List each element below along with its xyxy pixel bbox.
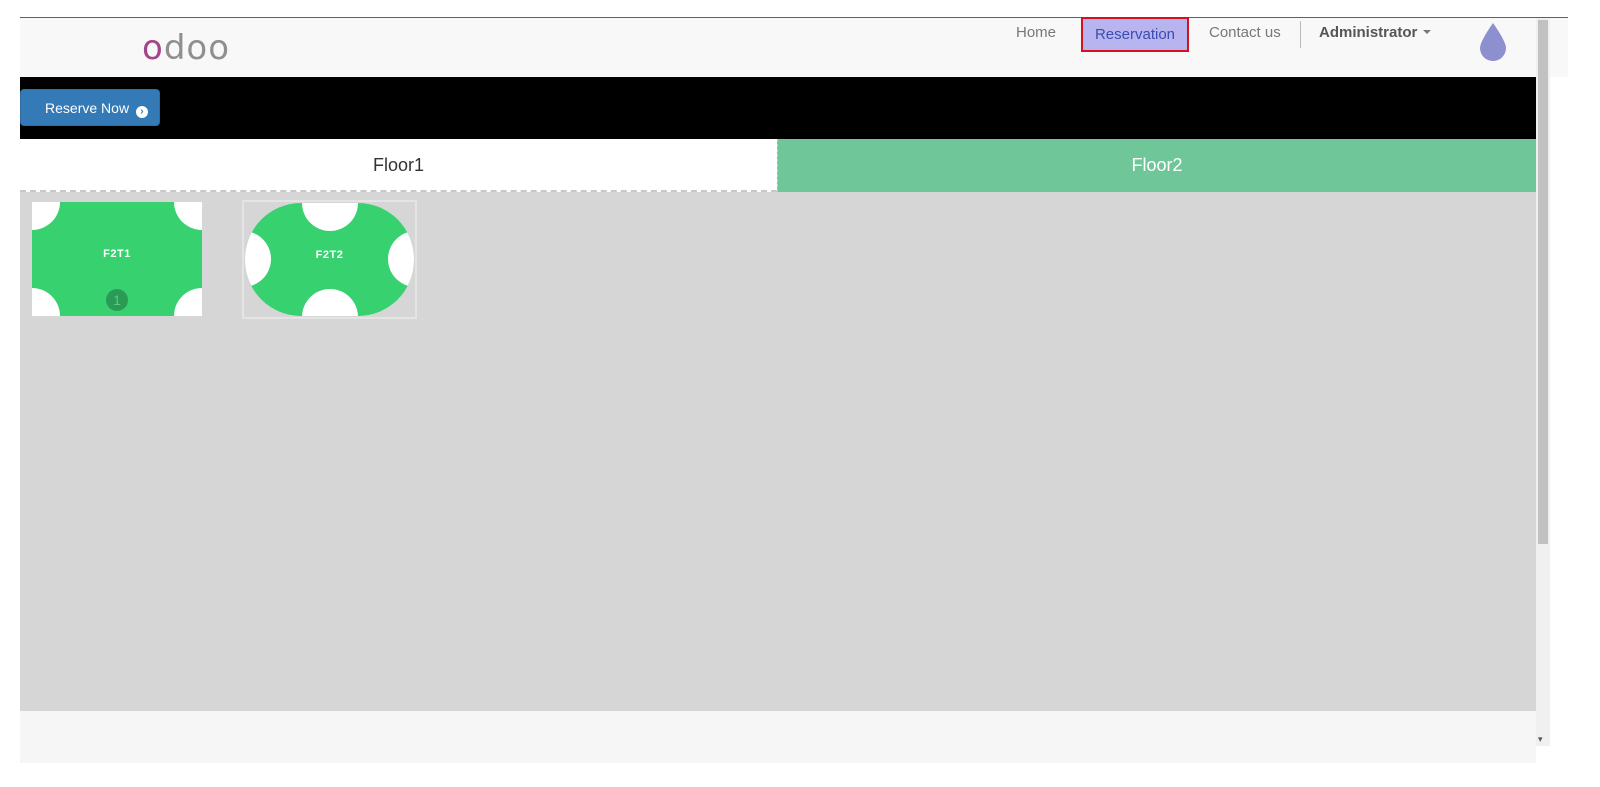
drop-icon[interactable] (1477, 21, 1509, 61)
table-f2t2[interactable]: F2T2 (245, 203, 414, 316)
nav-home-link[interactable]: Home (1016, 18, 1056, 50)
reserve-now-label: Reserve Now (45, 99, 130, 116)
scrollbar-thumb[interactable] (1538, 20, 1548, 544)
table-f2t1[interactable]: F2T1 1 (32, 202, 202, 316)
tab-floor2[interactable]: Floor2 (777, 139, 1536, 192)
seat-top (302, 203, 358, 231)
tab-floor1[interactable]: Floor1 (20, 139, 777, 192)
user-name: Administrator (1319, 24, 1418, 41)
action-bar: Reserve Now › (20, 77, 1536, 139)
seat-bottom-left (32, 288, 60, 316)
floor-tabs: Floor1 Floor2 (20, 139, 1536, 192)
scroll-down-arrow-icon[interactable]: ▾ (1538, 734, 1543, 745)
nav-divider (1300, 21, 1301, 48)
reserve-now-button[interactable]: Reserve Now › (20, 89, 160, 126)
odoo-logo[interactable]: odoo (142, 28, 230, 68)
seat-top-left (32, 202, 60, 230)
top-navbar: odoo Home Reservation Contact us Adminis… (20, 17, 1568, 77)
seat-top-right (174, 202, 202, 230)
floor-plan: F2T1 1 F2T2 (20, 192, 1536, 711)
table-label: F2T2 (315, 249, 344, 261)
caret-down-icon (1423, 30, 1432, 34)
page-footer (20, 711, 1536, 763)
nav-contact-link[interactable]: Contact us (1209, 18, 1281, 50)
nav-reservation-link[interactable]: Reservation (1081, 17, 1189, 52)
vertical-scrollbar[interactable] (1536, 18, 1550, 746)
seat-bottom-right (174, 288, 202, 316)
table-label: F2T1 (103, 248, 131, 260)
browser-viewport: odoo Home Reservation Contact us Adminis… (20, 17, 1568, 763)
seat-bottom (302, 289, 358, 316)
user-menu[interactable]: Administrator (1319, 18, 1432, 50)
guest-count-badge: 1 (106, 289, 128, 311)
arrow-right-circle-icon: › (135, 105, 148, 118)
